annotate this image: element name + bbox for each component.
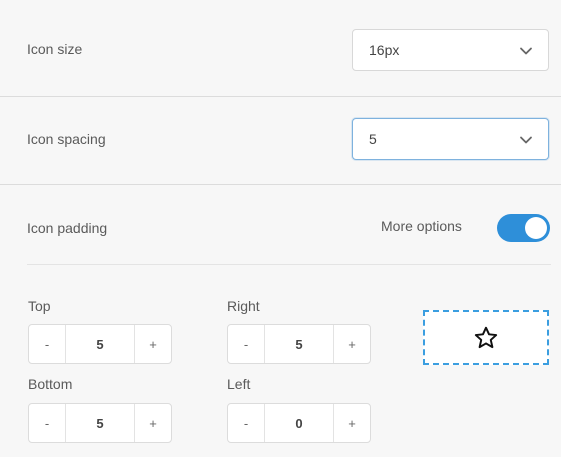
icon-spacing-value: 5 bbox=[369, 131, 377, 147]
icon-preview bbox=[423, 310, 549, 365]
padding-bottom-decrement-button[interactable]: - bbox=[29, 404, 66, 442]
chevron-down-icon bbox=[520, 47, 532, 55]
padding-left-increment-button[interactable]: + bbox=[333, 404, 370, 442]
icon-spacing-select[interactable]: 5 bbox=[352, 118, 549, 160]
icon-spacing-label: Icon spacing bbox=[27, 131, 106, 147]
icon-size-value: 16px bbox=[369, 42, 400, 58]
divider bbox=[0, 184, 561, 185]
icon-padding-label: Icon padding bbox=[27, 220, 108, 236]
star-outline-icon bbox=[474, 326, 498, 348]
padding-right-stepper: - 5 + bbox=[227, 324, 371, 364]
padding-bottom-label: Bottom bbox=[28, 376, 73, 392]
more-options-label: More options bbox=[381, 218, 462, 234]
padding-left-stepper: - 0 + bbox=[227, 403, 371, 443]
padding-left-value[interactable]: 0 bbox=[265, 404, 333, 442]
divider bbox=[0, 96, 561, 97]
padding-right-decrement-button[interactable]: - bbox=[228, 325, 265, 363]
padding-bottom-value[interactable]: 5 bbox=[66, 404, 134, 442]
divider bbox=[27, 264, 551, 265]
chevron-down-icon bbox=[520, 136, 532, 144]
padding-bottom-stepper: - 5 + bbox=[28, 403, 172, 443]
padding-left-decrement-button[interactable]: - bbox=[228, 404, 265, 442]
padding-top-label: Top bbox=[28, 298, 51, 314]
more-options-toggle[interactable] bbox=[497, 214, 550, 242]
padding-top-increment-button[interactable]: + bbox=[134, 325, 171, 363]
icon-size-label: Icon size bbox=[27, 41, 83, 57]
padding-top-stepper: - 5 + bbox=[28, 324, 172, 364]
icon-size-select[interactable]: 16px bbox=[352, 29, 549, 71]
padding-top-decrement-button[interactable]: - bbox=[29, 325, 66, 363]
padding-right-increment-button[interactable]: + bbox=[333, 325, 370, 363]
padding-top-value[interactable]: 5 bbox=[66, 325, 134, 363]
padding-left-label: Left bbox=[227, 376, 251, 392]
padding-right-label: Right bbox=[227, 298, 260, 314]
padding-bottom-increment-button[interactable]: + bbox=[134, 404, 171, 442]
toggle-knob bbox=[525, 217, 547, 239]
padding-right-value[interactable]: 5 bbox=[265, 325, 333, 363]
